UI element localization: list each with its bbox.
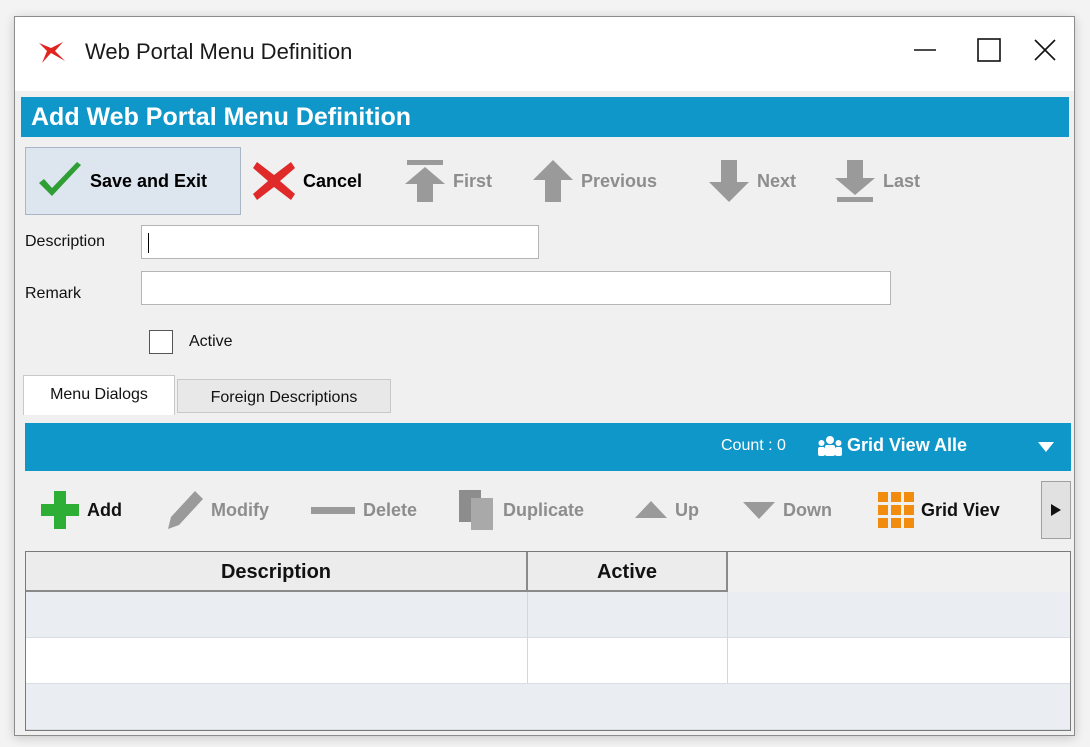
- toolbar-scroll-right-button[interactable]: [1041, 481, 1071, 539]
- table-row[interactable]: [26, 684, 1070, 730]
- last-arrow-icon: [835, 160, 875, 202]
- next-button[interactable]: Next: [707, 147, 796, 215]
- modify-button[interactable]: Modify: [165, 485, 269, 535]
- previous-arrow-icon: [533, 160, 573, 202]
- column-header-description[interactable]: Description: [26, 552, 528, 592]
- save-and-exit-label: Save and Exit: [90, 170, 208, 191]
- duplicate-label: Duplicate: [503, 499, 585, 520]
- minimize-button[interactable]: [895, 27, 955, 73]
- last-label: Last: [883, 170, 921, 191]
- grid-view-label: Grid Viev: [921, 499, 1000, 520]
- tab-foreign-descriptions[interactable]: Foreign Descriptions: [177, 379, 391, 413]
- title-bar: Web Portal Menu Definition: [15, 17, 1074, 91]
- delete-label: Delete: [363, 499, 418, 520]
- add-label: Add: [87, 499, 122, 520]
- dialog-window: Web Portal Menu Definition Add Web Porta…: [14, 16, 1075, 736]
- grid-header: Description Active: [26, 552, 1070, 592]
- main-toolbar: Save and Exit Cancel First Previous Next…: [21, 143, 1069, 219]
- first-button[interactable]: First: [403, 147, 492, 215]
- maximize-icon: [977, 38, 1001, 62]
- grid-panel-bar: Count : 0 Grid View Alle: [25, 423, 1071, 471]
- triangle-down-icon: [743, 502, 775, 519]
- delete-button[interactable]: Delete: [309, 485, 417, 535]
- remark-label: Remark: [25, 285, 82, 302]
- text-caret: [148, 233, 149, 253]
- down-label: Down: [783, 499, 832, 520]
- modify-label: Modify: [211, 499, 269, 520]
- first-arrow-icon: [405, 160, 445, 202]
- chevron-down-icon[interactable]: [1037, 441, 1055, 453]
- previous-label: Previous: [581, 170, 658, 191]
- table-row[interactable]: [26, 592, 1070, 638]
- column-header-active[interactable]: Active: [528, 552, 728, 592]
- first-label: First: [453, 170, 493, 191]
- maximize-button[interactable]: [959, 27, 1019, 73]
- close-button[interactable]: [1015, 27, 1075, 73]
- close-icon: [1034, 39, 1056, 61]
- grid-icon: [878, 492, 914, 528]
- minus-icon: [311, 507, 355, 514]
- plus-icon: [41, 491, 79, 529]
- previous-button[interactable]: Previous: [531, 147, 657, 215]
- remark-input[interactable]: [141, 271, 891, 305]
- grid-toolbar: Add Modify Delete Duplicate Up Down Grid…: [25, 475, 1071, 545]
- last-button[interactable]: Last: [833, 147, 920, 215]
- minimize-icon: [914, 49, 936, 51]
- duplicate-icon: [459, 490, 493, 530]
- window-title: Web Portal Menu Definition: [85, 39, 353, 64]
- cancel-x-icon: [253, 162, 295, 200]
- up-button[interactable]: Up: [633, 485, 699, 535]
- checkmark-icon: [39, 162, 81, 196]
- description-input[interactable]: [141, 225, 539, 259]
- up-label: Up: [675, 499, 699, 520]
- cancel-button[interactable]: Cancel: [251, 147, 362, 215]
- arrow-right-icon: [1051, 504, 1061, 516]
- app-logo-icon: [39, 42, 65, 63]
- grid-view-button[interactable]: Grid Viev: [877, 485, 1000, 535]
- form-header: Add Web Portal Menu Definition: [21, 97, 1069, 137]
- duplicate-button[interactable]: Duplicate: [457, 485, 584, 535]
- triangle-up-icon: [635, 501, 667, 518]
- menu-dialogs-grid: Description Active: [25, 551, 1071, 731]
- table-row[interactable]: [26, 638, 1070, 684]
- description-label: Description: [25, 233, 106, 250]
- grid-view-selector[interactable]: Grid View Alle: [847, 435, 967, 456]
- next-label: Next: [757, 170, 797, 191]
- tab-menu-dialogs[interactable]: Menu Dialogs: [23, 375, 175, 415]
- down-button[interactable]: Down: [741, 485, 832, 535]
- users-group-icon: [818, 436, 842, 456]
- next-arrow-icon: [709, 160, 749, 202]
- add-button[interactable]: Add: [39, 485, 122, 535]
- active-label: Active: [189, 333, 233, 350]
- save-and-exit-button[interactable]: Save and Exit: [25, 147, 241, 215]
- pencil-icon: [168, 491, 203, 529]
- record-count: Count : 0: [721, 437, 786, 454]
- active-checkbox[interactable]: [149, 330, 173, 354]
- cancel-label: Cancel: [303, 170, 363, 191]
